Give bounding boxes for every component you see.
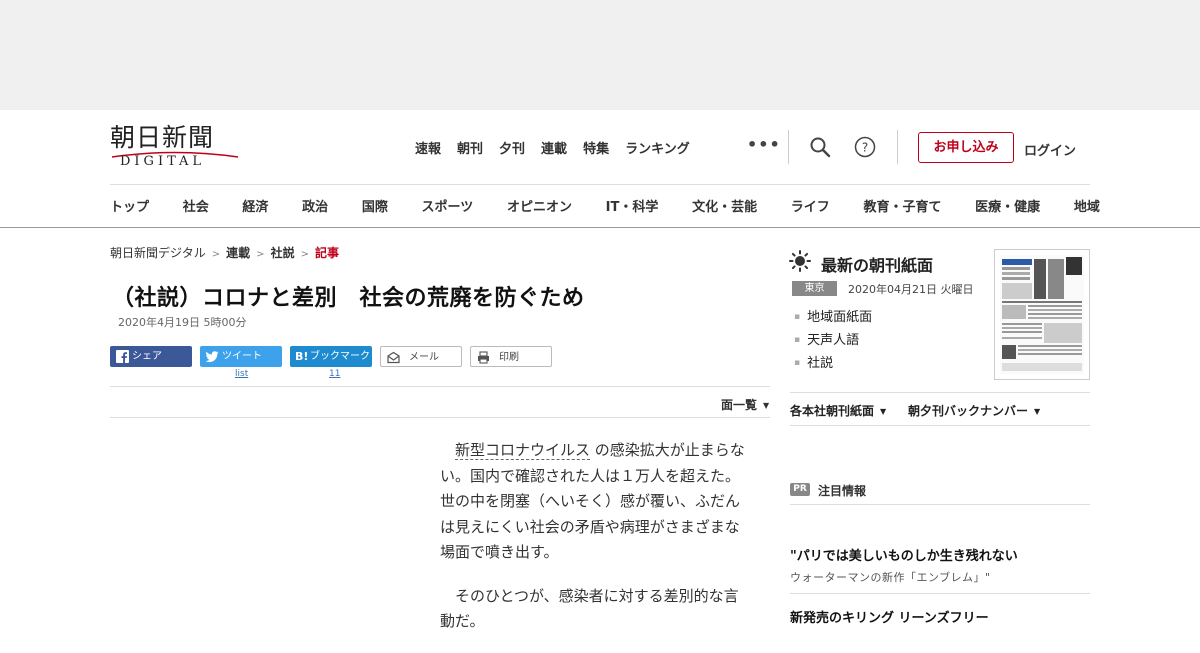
header-separator	[788, 130, 789, 164]
breadcrumb-separator: >	[300, 249, 309, 260]
facebook-share-button[interactable]: シェア	[110, 346, 192, 367]
pr-badge: PR	[790, 483, 810, 496]
article-divider	[110, 417, 770, 418]
article-title: （社説）コロナと差別 社会の荒廃を防ぐため	[112, 286, 585, 311]
ad-banner	[0, 0, 1200, 110]
sidebar-divider	[790, 425, 1090, 426]
category-item[interactable]: IT・科学	[606, 196, 659, 215]
logo-main-text: 朝日新聞	[110, 123, 215, 152]
top-nav-item[interactable]: 特集	[583, 138, 609, 157]
site-logo[interactable]: 朝日新聞 DIGITAL	[110, 124, 245, 172]
paper-date: 2020年04月21日 火曜日	[848, 283, 974, 296]
hatena-count-link[interactable]: 11	[329, 369, 340, 379]
breadcrumb-current: 記事	[314, 246, 339, 260]
breadcrumb-item[interactable]: 社説	[271, 246, 295, 260]
article-paragraph: そのひとつが、感染者に対する差別的な言動だ。	[440, 586, 739, 631]
promo-title[interactable]: 新発売のキリング リーンズフリー	[790, 607, 989, 626]
sidebar-divider	[790, 392, 1090, 393]
facebook-icon	[116, 350, 129, 363]
mail-share-label: メール	[409, 352, 439, 363]
site-header: 朝日新聞 DIGITAL 速報 朝刊 夕刊 連載 特集 ランキング ••• ? …	[0, 110, 1200, 228]
print-label: 印刷	[499, 352, 519, 363]
share-buttons: シェア ツイート B! ブックマーク メール 印刷	[110, 346, 560, 367]
header-divider	[110, 184, 1090, 185]
keyword-link[interactable]: 新型コロナウイルス	[455, 441, 591, 460]
latest-paper-title[interactable]: 最新の朝刊紙面	[821, 252, 933, 276]
category-item[interactable]: 地域	[1074, 196, 1100, 215]
chevron-down-icon: ▼	[880, 407, 887, 416]
newspaper-image	[1000, 255, 1084, 374]
dropdown-label: 各本社朝刊紙面	[790, 404, 875, 418]
breadcrumb-item[interactable]: 連載	[226, 246, 250, 260]
hatena-bookmark-label: ブックマーク	[310, 351, 370, 362]
back-numbers-dropdown[interactable]: 朝夕刊バックナンバー ▼	[908, 402, 1040, 419]
breadcrumb-separator: >	[256, 249, 265, 260]
category-item[interactable]: ライフ	[791, 196, 830, 215]
promo-title[interactable]: "パリでは美しいものしか生き残れない	[790, 545, 1018, 564]
twitter-list-link[interactable]: list	[235, 369, 248, 379]
page-list-label: 面一覧	[721, 398, 758, 412]
paper-link-item[interactable]: 社説	[794, 352, 872, 375]
category-item[interactable]: 経済	[242, 196, 268, 215]
region-badge: 東京	[792, 281, 837, 296]
article-paragraph: 新型コロナウイルス の感染拡大が止まらない。国内で確認された人は１万人を超えた。…	[440, 438, 750, 566]
category-item[interactable]: 医療・健康	[975, 196, 1040, 215]
search-icon[interactable]	[809, 136, 831, 158]
paper-link-item[interactable]: 地域面紙面	[794, 306, 872, 329]
category-item[interactable]: オピニオン	[507, 196, 572, 215]
category-nav: トップ 社会 経済 政治 国際 スポーツ オピニオン IT・科学 文化・芸能 ラ…	[110, 196, 1100, 215]
article-date: 2020年4月19日 5時00分	[118, 316, 247, 329]
subscribe-button[interactable]: お申し込み	[918, 132, 1014, 163]
chevron-down-icon: ▼	[1034, 407, 1041, 416]
paper-link-item[interactable]: 天声人語	[794, 329, 872, 352]
twitter-share-button[interactable]: ツイート	[200, 346, 282, 367]
top-nav-item[interactable]: 速報	[415, 138, 441, 157]
twitter-icon	[206, 351, 219, 363]
category-item[interactable]: 政治	[302, 196, 328, 215]
hatena-icon: B!	[295, 350, 309, 363]
top-nav-item[interactable]: ランキング	[625, 138, 690, 157]
category-item[interactable]: スポーツ	[422, 196, 474, 215]
print-icon	[478, 351, 489, 364]
print-button[interactable]: 印刷	[470, 346, 552, 367]
category-item[interactable]: 国際	[362, 196, 388, 215]
top-nav: 速報 朝刊 夕刊 連載 特集 ランキング	[415, 138, 706, 157]
twitter-share-label: ツイート	[222, 351, 262, 362]
facebook-share-label: シェア	[132, 351, 162, 362]
hatena-bookmark-button[interactable]: B! ブックマーク	[290, 346, 372, 367]
mail-icon	[387, 351, 400, 364]
article-divider	[110, 386, 770, 387]
breadcrumb-separator: >	[211, 249, 221, 260]
sidebar-divider	[790, 504, 1090, 505]
category-item[interactable]: 文化・芸能	[692, 196, 757, 215]
top-nav-item[interactable]: 朝刊	[457, 138, 483, 157]
sidebar-divider	[790, 593, 1090, 594]
mail-share-button[interactable]: メール	[380, 346, 462, 367]
promo-subtitle[interactable]: ウォーターマンの新作「エンブレム」"	[790, 569, 991, 585]
page-list-dropdown[interactable]: 面一覧 ▼	[721, 396, 769, 413]
logo-sub-text: DIGITAL	[120, 154, 206, 169]
top-nav-item[interactable]: 夕刊	[499, 138, 525, 157]
category-item[interactable]: トップ	[110, 196, 149, 215]
chevron-down-icon: ▼	[763, 401, 770, 410]
breadcrumb: 朝日新聞デジタル > 連載 > 社説 > 記事	[110, 244, 339, 261]
top-nav-item[interactable]: 連載	[541, 138, 567, 157]
paper-links: 地域面紙面 天声人語 社説	[794, 306, 872, 375]
article-body: 新型コロナウイルス の感染拡大が止まらない。国内で確認された人は１万人を超えた。…	[440, 438, 750, 653]
login-link[interactable]: ログイン	[1024, 140, 1076, 159]
header-separator	[897, 130, 898, 164]
more-menu-button[interactable]: •••	[747, 135, 781, 154]
help-icon[interactable]: ?	[854, 136, 876, 158]
breadcrumb-item[interactable]: 朝日新聞デジタル	[110, 246, 206, 260]
regional-editions-dropdown[interactable]: 各本社朝刊紙面 ▼	[790, 402, 886, 419]
svg-text:?: ?	[862, 141, 868, 155]
pr-section-label: 注目情報	[818, 484, 867, 498]
category-item[interactable]: 社会	[183, 196, 209, 215]
newspaper-thumbnail[interactable]	[994, 249, 1090, 380]
category-item[interactable]: 教育・子育て	[863, 196, 941, 215]
dropdown-label: 朝夕刊バックナンバー	[908, 404, 1029, 418]
sun-icon	[789, 250, 811, 272]
